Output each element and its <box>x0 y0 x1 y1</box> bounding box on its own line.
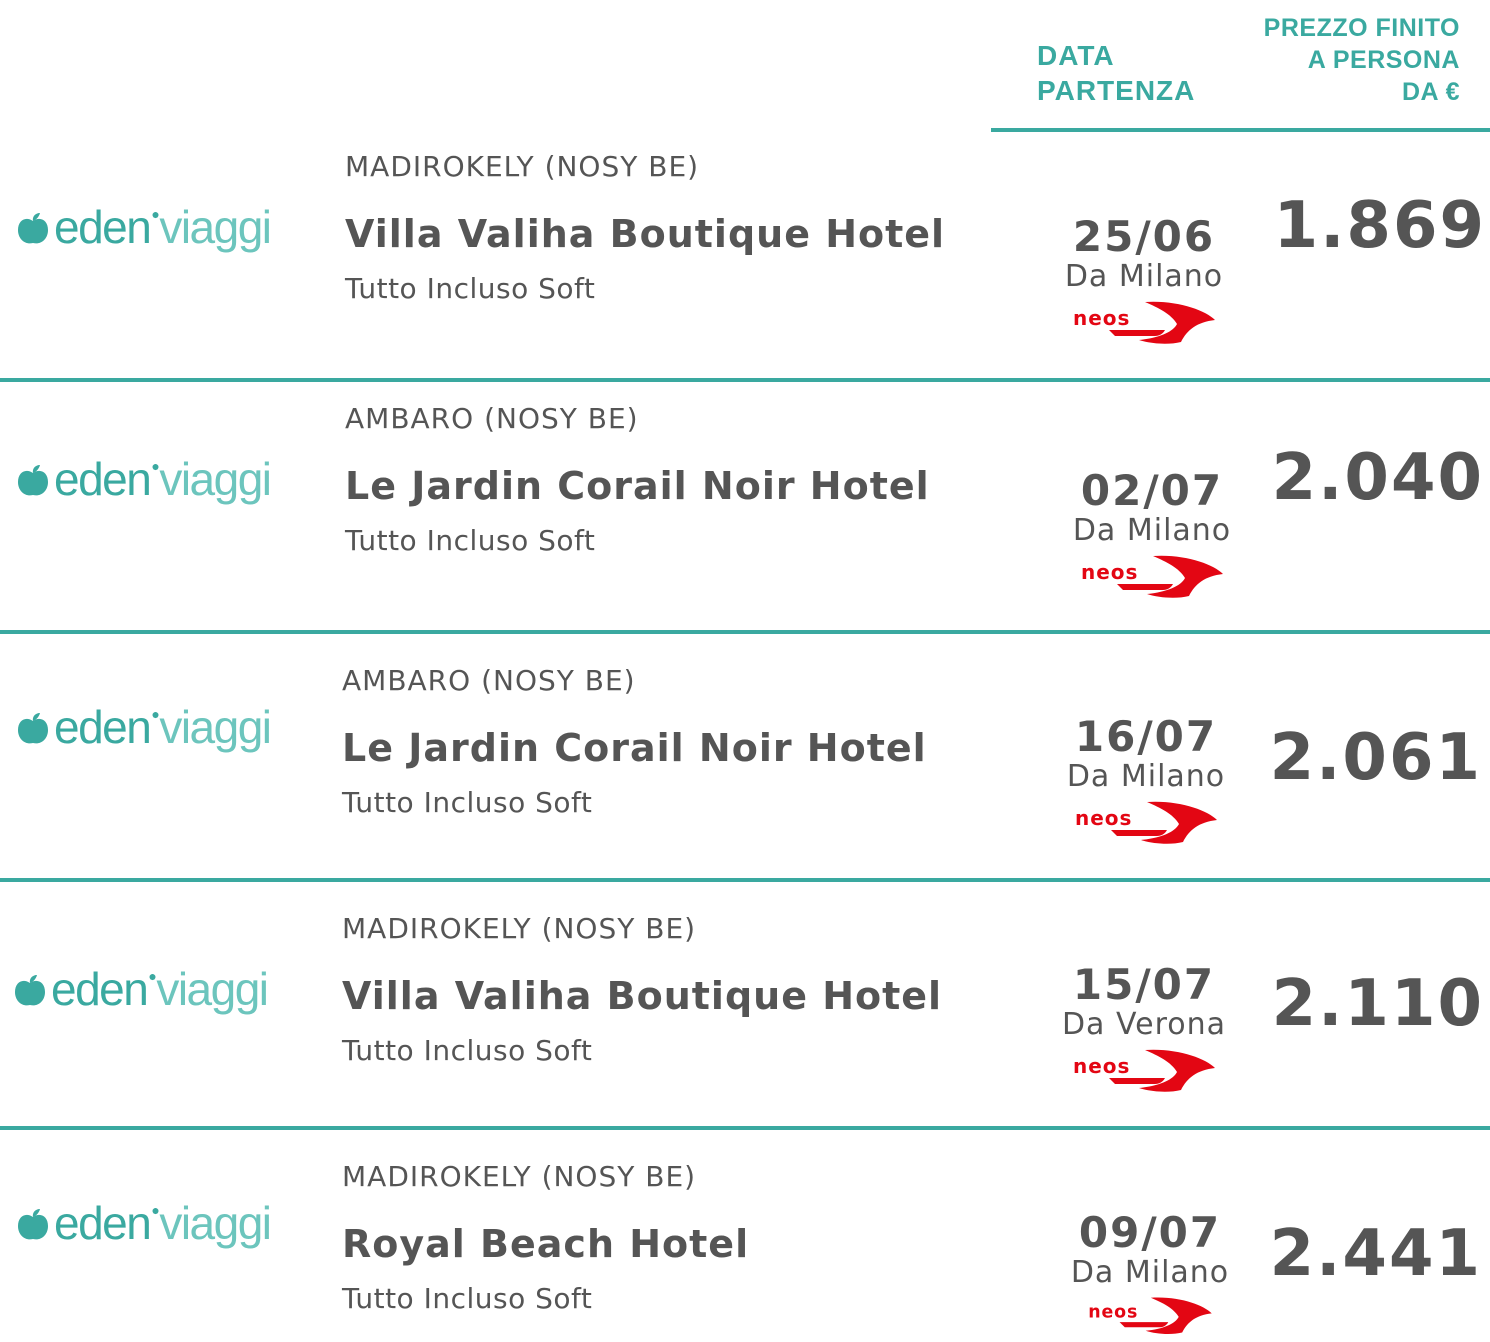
offer-price: 2.040 <box>1271 441 1484 515</box>
airline-name: neos <box>1073 306 1130 330</box>
header-date: DATA PARTENZA <box>1037 38 1195 108</box>
offer-location: MADIROKELY (NOSY BE) <box>342 1160 697 1193</box>
apple-icon <box>18 713 48 744</box>
header-date-line1: DATA <box>1037 40 1115 71</box>
offer-departure: 16/07 Da Milano neos <box>1046 714 1246 846</box>
header-price: PREZZO FINITO A PERSONA DA € <box>1264 12 1460 108</box>
offer-location: MADIROKELY (NOSY BE) <box>342 912 697 945</box>
header-price-line1: PREZZO FINITO <box>1263 14 1460 42</box>
offer-location: AMBARO (NOSY BE) <box>345 402 639 435</box>
neos-logo-icon: neos <box>1073 1049 1215 1092</box>
offer-row[interactable]: eden●viaggi MADIROKELY (NOSY BE) Villa V… <box>0 134 1490 382</box>
offer-location: MADIROKELY (NOSY BE) <box>345 150 700 183</box>
header-price-line3: DA € <box>1401 78 1460 106</box>
offer-departure-city: Da Verona <box>1061 1007 1227 1042</box>
brand-name-part1: eden <box>51 963 149 1015</box>
header-divider <box>991 128 1490 132</box>
offer-price: 2.441 <box>1269 1217 1482 1291</box>
brand-name-part1: eden <box>54 1197 152 1249</box>
header-price-line2: A PERSONA <box>1307 46 1460 74</box>
apple-icon <box>18 465 48 496</box>
offer-date: 25/06 <box>1072 212 1216 261</box>
offer-date: 15/07 <box>1072 960 1216 1009</box>
brand-name-part1: eden <box>54 201 152 253</box>
neos-logo-icon: neos <box>1075 801 1217 844</box>
offer-row[interactable]: eden●viaggi AMBARO (NOSY BE) Le Jardin C… <box>0 634 1490 882</box>
offer-departure-city: Da Milano <box>1064 259 1224 294</box>
offer-board-type: Tutto Incluso Soft <box>345 524 596 557</box>
neos-logo-icon: neos <box>1088 1297 1212 1335</box>
offer-departure: 25/06 Da Milano neos <box>1044 214 1244 346</box>
offer-departure-city: Da Milano <box>1070 1255 1230 1290</box>
apple-icon <box>18 213 48 244</box>
brand-name-part1: eden <box>54 701 152 753</box>
airline-name: neos <box>1081 560 1138 584</box>
offer-row[interactable]: eden●viaggi MADIROKELY (NOSY BE) Villa V… <box>0 882 1490 1130</box>
brand-name-part2: viaggi <box>159 701 272 753</box>
offer-location: AMBARO (NOSY BE) <box>342 664 636 697</box>
airline-name: neos <box>1075 806 1132 830</box>
offer-row[interactable]: eden●viaggi MADIROKELY (NOSY BE) Royal B… <box>0 1130 1490 1342</box>
brand-name-part2: viaggi <box>159 453 272 505</box>
offer-departure-city: Da Milano <box>1066 759 1226 794</box>
offer-board-type: Tutto Incluso Soft <box>345 272 596 305</box>
apple-icon <box>18 1209 48 1240</box>
offer-hotel-name[interactable]: Le Jardin Corail Noir Hotel <box>345 464 930 508</box>
brand-name-part2: viaggi <box>159 201 272 253</box>
offer-price: 2.061 <box>1269 721 1482 795</box>
offer-board-type: Tutto Incluso Soft <box>342 1282 593 1315</box>
header-date-line2: PARTENZA <box>1037 75 1196 106</box>
offer-date: 16/07 <box>1074 712 1218 761</box>
airline-name: neos <box>1073 1054 1130 1078</box>
row-divider <box>0 378 1490 382</box>
offer-board-type: Tutto Incluso Soft <box>342 1034 593 1067</box>
offer-price: 2.110 <box>1271 967 1484 1041</box>
apple-icon <box>15 975 45 1006</box>
offer-date: 09/07 <box>1078 1208 1222 1257</box>
offer-departure: 02/07 Da Milano neos <box>1052 468 1252 600</box>
brand-name-part2: viaggi <box>156 963 269 1015</box>
offer-hotel-name[interactable]: Villa Valiha Boutique Hotel <box>342 974 942 1018</box>
offer-price: 1.869 <box>1273 189 1486 263</box>
offer-hotel-name[interactable]: Le Jardin Corail Noir Hotel <box>342 726 927 770</box>
brand-name-part1: eden <box>54 453 152 505</box>
neos-logo-icon: neos <box>1073 301 1215 344</box>
offer-hotel-name[interactable]: Villa Valiha Boutique Hotel <box>345 212 945 256</box>
offer-departure: 15/07 Da Verona neos <box>1044 962 1244 1094</box>
brand-name-part2: viaggi <box>159 1197 272 1249</box>
airline-name: neos <box>1088 1303 1138 1323</box>
offer-departure-city: Da Milano <box>1072 513 1232 548</box>
offer-date: 02/07 <box>1080 466 1224 515</box>
offer-departure: 09/07 Da Milano neos <box>1050 1210 1250 1336</box>
offer-board-type: Tutto Incluso Soft <box>342 786 593 819</box>
offer-row[interactable]: eden●viaggi AMBARO (NOSY BE) Le Jardin C… <box>0 386 1490 634</box>
neos-logo-icon: neos <box>1081 555 1223 598</box>
offer-hotel-name[interactable]: Royal Beach Hotel <box>342 1222 749 1266</box>
